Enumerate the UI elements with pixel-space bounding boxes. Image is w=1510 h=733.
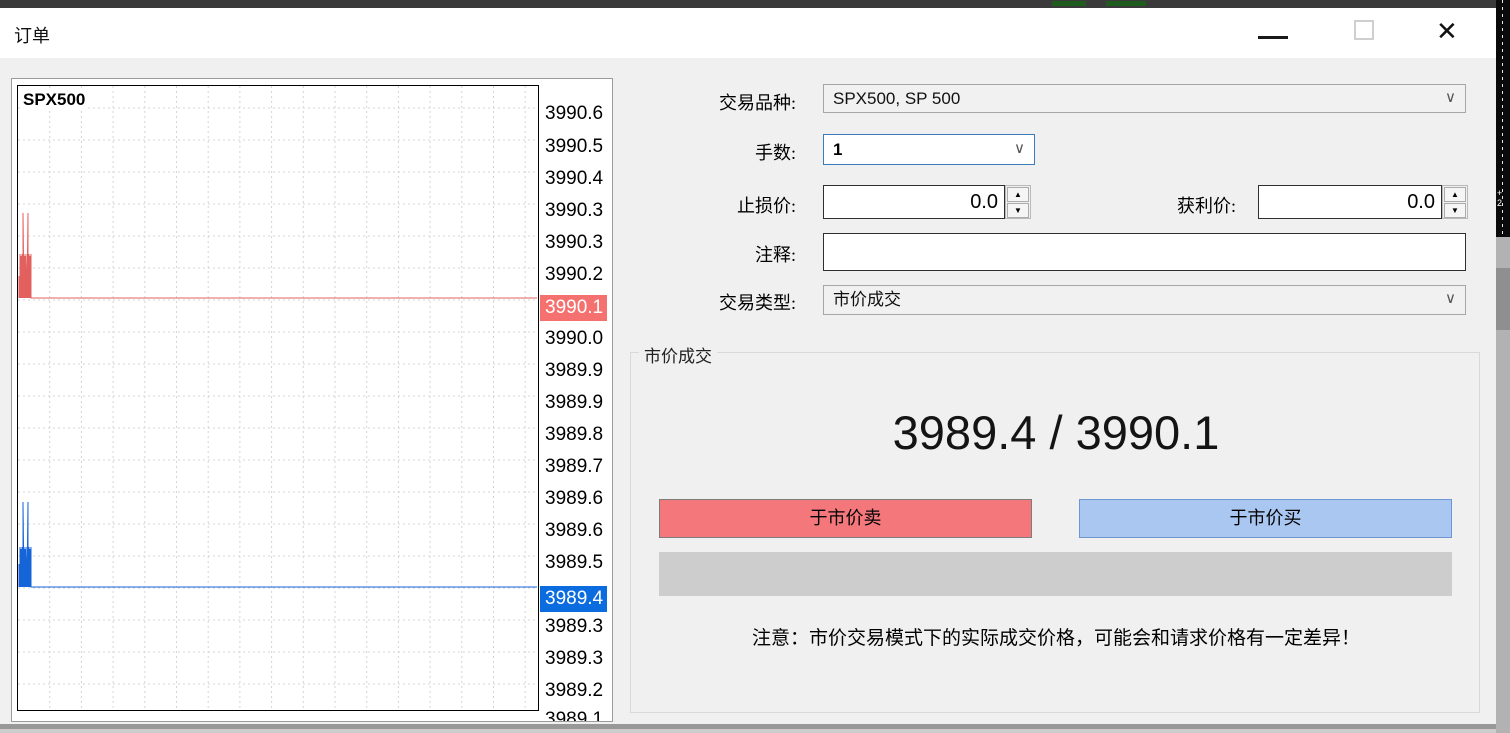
price-scale-row: 3989.6	[540, 518, 608, 544]
take-profit-label: 获利价:	[1177, 192, 1236, 218]
window-title: 订单	[14, 22, 50, 48]
sell-by-market-button[interactable]: 于市价卖	[659, 499, 1032, 538]
symbol-value: SPX500, SP 500	[833, 85, 960, 112]
order-dialog-window: 订单 ✕ SPX500 3990.63990.53990.43990.33990…	[0, 8, 1496, 724]
spin-down-button[interactable]: ▼	[1444, 203, 1466, 218]
background-candle-fleck	[1052, 1, 1086, 6]
chart-symbol-label: SPX500	[21, 90, 87, 110]
price-scale-row: 3990.2	[540, 262, 608, 288]
minimize-icon	[1258, 36, 1288, 39]
comment-label: 注释:	[755, 241, 796, 267]
slippage-note: 注意：市价交易模式下的实际成交价格，可能会和请求价格有一定差异！	[631, 623, 1481, 650]
stop-loss-label: 止损价:	[737, 192, 796, 218]
price-scale-row: 3989.1	[540, 707, 608, 722]
maximize-button[interactable]	[1330, 8, 1396, 58]
trade-type-label: 交易类型:	[719, 289, 796, 315]
volume-combobox[interactable]: ∨	[823, 134, 1035, 165]
background-candle-fleck	[1106, 1, 1146, 6]
price-scale-row: 3989.3	[540, 646, 608, 672]
symbol-select[interactable]: SPX500, SP 500 ∨	[823, 84, 1466, 113]
buy-by-market-button[interactable]: 于市价买	[1079, 499, 1452, 538]
price-scale-row: 3989.5	[540, 550, 608, 576]
tick-chart-panel: SPX500 3990.63990.53990.43990.33990.3399…	[11, 78, 613, 722]
close-icon: ✕	[1436, 16, 1458, 47]
price-scale-row: 3990.3	[540, 198, 608, 224]
minimize-button[interactable]	[1240, 8, 1306, 58]
chevron-down-icon: ∨	[1014, 138, 1025, 156]
trade-type-value: 市价成交	[833, 286, 901, 314]
title-bar: 订单 ✕	[0, 8, 1496, 58]
volume-label: 手数:	[755, 139, 796, 165]
spin-down-button[interactable]: ▼	[1007, 203, 1029, 218]
price-scale-row: 3989.9	[540, 390, 608, 416]
order-dialog-screen: +2 订单 ✕ SPX500 3990.63990.53990.43990.33…	[0, 0, 1510, 733]
price-scale-row: 3989.9	[540, 358, 608, 384]
price-scale-row: 3990.5	[540, 134, 608, 160]
take-profit-stepper: ▲ ▼	[1442, 185, 1468, 219]
comment-input[interactable]	[823, 233, 1466, 271]
trade-type-select[interactable]: 市价成交 ∨	[823, 285, 1466, 315]
spin-up-button[interactable]: ▲	[1007, 187, 1029, 202]
maximize-icon	[1354, 20, 1374, 40]
chevron-down-icon: ∨	[1445, 289, 1456, 307]
progress-bar	[659, 552, 1452, 596]
price-scale-row: 3990.3	[540, 230, 608, 256]
stop-loss-input[interactable]	[823, 185, 1005, 219]
symbol-label: 交易品种:	[719, 89, 796, 115]
price-scale-row: 3989.3	[540, 614, 608, 640]
background-chart-strip-top	[0, 0, 1510, 8]
price-scale-row: 3989.8	[540, 422, 608, 448]
market-execution-groupbox: 市价成交 3989.4 / 3990.1 于市价卖 于市价买 注意：市价交易模式…	[630, 352, 1480, 713]
quote-display: 3989.4 / 3990.1	[631, 405, 1481, 460]
close-button[interactable]: ✕	[1420, 8, 1486, 58]
take-profit-input[interactable]	[1258, 185, 1442, 219]
spin-up-button[interactable]: ▲	[1444, 187, 1466, 202]
price-scale-row: 3989.7	[540, 454, 608, 480]
desktop-bottom-strip	[0, 729, 1496, 733]
volume-input[interactable]	[826, 137, 996, 162]
groupbox-title: 市价成交	[639, 342, 717, 367]
price-scale-row: 3990.0	[540, 326, 608, 352]
price-scale-row: 3989.6	[540, 486, 608, 512]
price-scale-bid-badge: 3989.4	[540, 586, 607, 612]
background-scrollbar-thumb	[1496, 268, 1510, 330]
price-scale-ask-badge: 3990.1	[540, 295, 607, 321]
price-scale-row: 3990.4	[540, 166, 608, 192]
price-scale-row: 3989.2	[540, 678, 608, 704]
price-scale-row: 3990.6	[540, 101, 608, 127]
crosshair-plus-icon: +2	[1497, 188, 1502, 208]
stop-loss-stepper: ▲ ▼	[1005, 185, 1031, 219]
chevron-down-icon: ∨	[1445, 87, 1456, 105]
price-scale: 3990.6 3990.5 3990.4 3990.3 3990.3 3990.2 3990…	[12, 79, 612, 721]
background-chart-strip-right: +2	[1496, 0, 1510, 733]
